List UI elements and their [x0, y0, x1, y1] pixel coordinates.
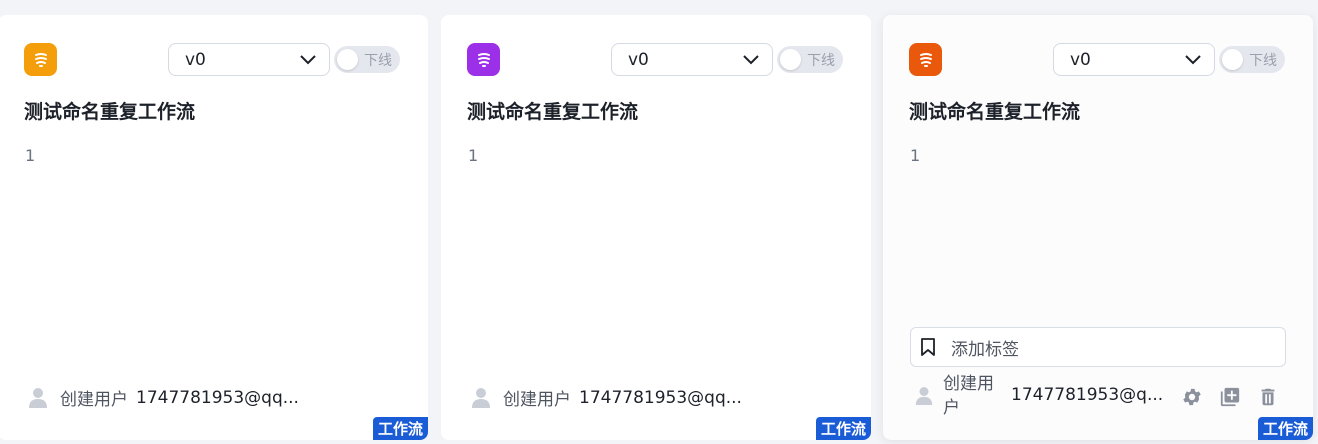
online-toggle[interactable]: 下线	[777, 46, 843, 73]
delete-icon[interactable]	[1257, 386, 1279, 408]
version-value: v0	[1070, 49, 1091, 70]
creator-name: 1747781953@qq...	[579, 387, 742, 408]
type-badge: 工作流	[815, 417, 871, 440]
version-value: v0	[185, 49, 206, 70]
toggle-knob	[1222, 49, 1243, 70]
user-icon	[29, 387, 47, 408]
creator-name: 1747781953@q...	[1011, 385, 1164, 405]
workflow-title: 测试命名重复工作流	[24, 101, 196, 123]
settings-icon[interactable]	[1181, 386, 1203, 408]
creator-label: 创建用户	[60, 390, 128, 410]
workflow-card[interactable]: v0 下线 测试命名重复工作流 1 创建用户 1747781953@qq... …	[441, 15, 871, 440]
workflow-app-icon	[24, 43, 57, 76]
toggle-label: 下线	[1249, 53, 1277, 69]
creator-info: 创建用户 1747781953@qq...	[471, 385, 742, 410]
creator-name: 1747781953@qq...	[136, 387, 299, 408]
creator-label: 创建用户	[503, 390, 571, 410]
workflow-description: 1	[25, 146, 36, 165]
workflow-app-icon	[467, 43, 500, 76]
type-badge: 工作流	[1257, 417, 1313, 440]
copy-add-icon[interactable]	[1219, 386, 1241, 408]
chevron-down-icon	[1185, 54, 1201, 64]
workflow-description: 1	[468, 146, 479, 165]
creator-label: 创建用户	[943, 374, 994, 418]
add-tag-label: 添加标签	[951, 339, 1019, 360]
workflow-title: 测试命名重复工作流	[467, 101, 639, 123]
workflow-title: 测试命名重复工作流	[909, 101, 1081, 123]
online-toggle[interactable]: 下线	[334, 46, 400, 73]
version-select[interactable]: v0	[168, 43, 330, 76]
workflow-app-icon	[909, 43, 942, 76]
chevron-down-icon	[300, 54, 316, 64]
add-tag-button[interactable]: 添加标签	[910, 327, 1286, 367]
user-icon	[472, 387, 490, 408]
workflow-description: 1	[910, 146, 921, 165]
toggle-knob	[337, 49, 358, 70]
version-select[interactable]: v0	[1053, 43, 1215, 76]
version-value: v0	[628, 49, 649, 70]
toggle-knob	[780, 49, 801, 70]
toggle-label: 下线	[364, 53, 392, 69]
user-icon	[915, 387, 933, 405]
workflow-card[interactable]: v0 下线 测试命名重复工作流 1 添加标签 创建用户 1747781953@q…	[883, 15, 1313, 440]
version-select[interactable]: v0	[611, 43, 773, 76]
workflow-card[interactable]: v0 下线 测试命名重复工作流 1 创建用户 1747781953@qq... …	[0, 15, 428, 440]
toggle-label: 下线	[807, 53, 835, 69]
creator-info: 创建用户 1747781953@q...	[913, 372, 1293, 422]
type-badge: 工作流	[372, 417, 428, 440]
chevron-down-icon	[743, 54, 759, 64]
creator-info: 创建用户 1747781953@qq...	[28, 385, 299, 410]
bookmark-icon	[921, 338, 935, 356]
online-toggle[interactable]: 下线	[1219, 46, 1285, 73]
